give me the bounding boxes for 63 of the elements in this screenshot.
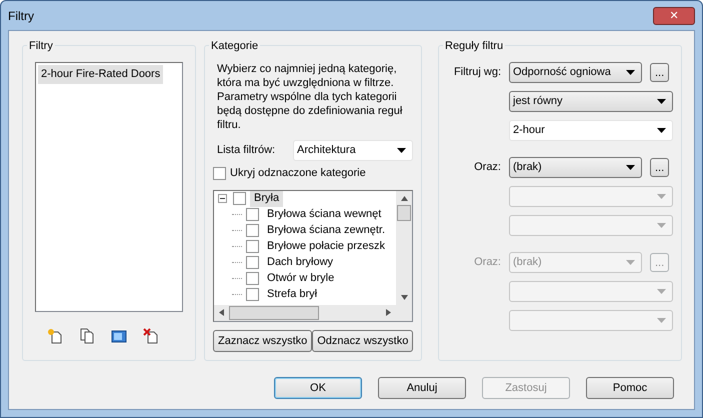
tree-checkbox[interactable] [246, 240, 259, 253]
window-title: Filtry [8, 8, 34, 24]
scroll-left-icon[interactable] [218, 309, 225, 316]
rule-label: Oraz: [473, 160, 502, 176]
tree-item[interactable]: Strefa brył [263, 286, 322, 303]
scroll-down-icon[interactable] [400, 294, 408, 300]
tree-item[interactable]: Bryła [250, 190, 284, 207]
rule-dropdown[interactable]: jest równy [509, 91, 673, 112]
dialog-button[interactable]: Pomoc [586, 376, 674, 399]
rule-dropdown[interactable]: Odporność ogniowa [509, 62, 642, 83]
description-text: Wybierz co najmniej jedną kategorię, która ma być uwzględniona w filtrze. Parametry wspólne dla tych kategorii będą dostępne do zdefiniowania reguł filtru. [216, 62, 403, 132]
tree-checkbox[interactable] [246, 272, 259, 285]
list-label: Lista filtrów: [217, 143, 276, 158]
duplicate-icon[interactable] [79, 328, 95, 344]
tree-checkbox[interactable] [246, 256, 259, 269]
scroll-thumb[interactable] [229, 306, 319, 320]
dropdown-arrow-icon [626, 260, 635, 265]
tree-checkbox[interactable] [246, 208, 259, 221]
close-button[interactable]: ✕ [653, 6, 695, 24]
tree-item[interactable]: Dach bryłowy [263, 254, 338, 271]
dropdown-arrow-icon [626, 165, 635, 170]
scroll-right-icon[interactable] [385, 309, 392, 316]
filter-item[interactable]: 2-hour Fire-Rated Doors [38, 65, 164, 84]
dropdown-arrow-icon [657, 128, 666, 133]
group-title: Filtry [27, 38, 55, 54]
rule-label: Filtruj wg: [452, 65, 502, 80]
tree-item[interactable]: Bryłowe połacie przeszk [263, 238, 389, 255]
more-button[interactable]: ... [650, 158, 670, 177]
rename-icon[interactable] [111, 328, 127, 344]
value-dropdown[interactable]: 2-hour [509, 120, 673, 141]
dropdown-arrow-icon [657, 223, 666, 228]
tree-checkbox[interactable] [233, 192, 246, 205]
tree-checkbox[interactable] [246, 224, 259, 237]
dialog-button[interactable]: OK [274, 376, 362, 399]
select-button[interactable]: Zaznacz wszystko [213, 330, 312, 352]
tree-item[interactable]: Bryłowa ściana zewnętr. [263, 222, 389, 239]
scroll-thumb[interactable] [397, 204, 411, 220]
dropdown-arrow-icon [397, 148, 406, 153]
group-title: Kategorie [209, 38, 260, 54]
dropdown-arrow-icon [657, 99, 666, 104]
filter-list-dropdown[interactable]: Architektura [293, 140, 413, 161]
filter-list[interactable]: 2-hour Fire-Rated Doors [35, 62, 183, 312]
tree-checkbox[interactable] [246, 288, 259, 301]
dialog-button[interactable]: Anuluj [378, 376, 466, 399]
group-title: Reguły filtru [443, 38, 506, 54]
dropdown-arrow-icon [657, 194, 666, 199]
horizontal-scrollbar[interactable] [214, 304, 412, 320]
tree-item[interactable]: Otwór w bryle [263, 270, 338, 287]
delete-icon[interactable] [143, 328, 159, 344]
tree-item[interactable]: Bryłowa ściana wewnęt [263, 206, 386, 223]
new-filter-icon[interactable] [47, 328, 63, 344]
rule-dropdown[interactable]: (brak) [509, 157, 642, 178]
more-button[interactable]: ... [650, 63, 670, 82]
vertical-scrollbar[interactable] [396, 190, 412, 304]
collapse-icon[interactable] [218, 194, 227, 203]
hide-checkbox[interactable] [213, 166, 226, 180]
select-button[interactable]: Odznacz wszystko [312, 330, 414, 352]
hide-label: Ukryj odznaczone kategorie [230, 166, 366, 181]
dropdown-arrow-icon [626, 70, 635, 75]
rule-label: Oraz: [473, 255, 502, 270]
dropdown-arrow-icon [657, 289, 666, 294]
scroll-up-icon[interactable] [400, 194, 408, 202]
dropdown-arrow-icon [657, 318, 666, 323]
